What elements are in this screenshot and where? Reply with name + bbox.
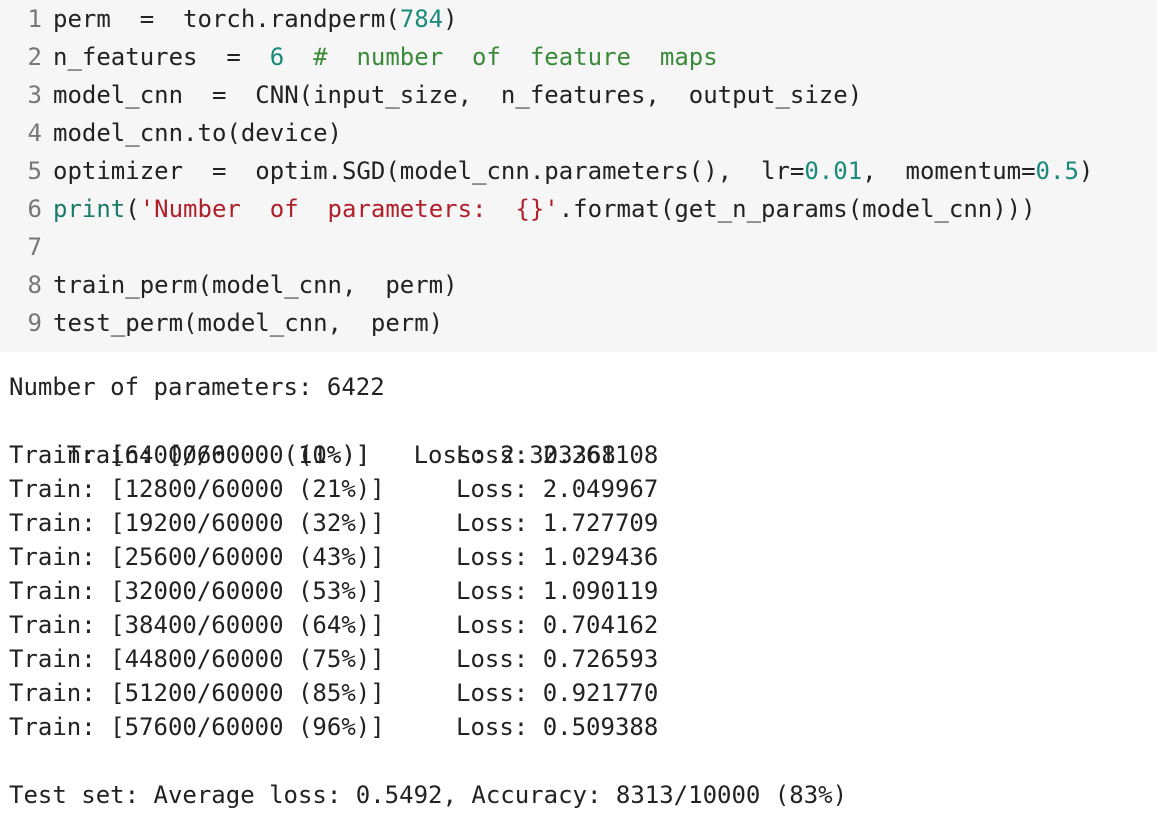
train-output-line: Train: [6400/60000 (11%)] Loss: 2.261108 (9, 438, 658, 472)
code-token: 0.01 (804, 157, 863, 185)
code-token: ) (443, 5, 458, 33)
code-cell[interactable]: 1 perm = torch.randperm(784) 2 n_features =… (0, 0, 1157, 352)
line-number: 6 (27, 195, 42, 223)
code-line[interactable]: 2 n_features = 6 # number of feature maps (0, 38, 718, 76)
code-token: 0.5 (1035, 157, 1079, 185)
code-line[interactable]: 9 test_perm(model_cnn, perm) (0, 304, 444, 342)
line-number: 4 (27, 119, 42, 147)
code-line[interactable]: 8 train_perm(model_cnn, perm) (0, 266, 458, 304)
code-token: perm = torch.randperm( (53, 5, 400, 33)
cell-output: Number of parameters: 6422 Train: [0/600… (0, 352, 1157, 820)
train-loss: Loss: 0.921770 (456, 679, 659, 707)
code-token: .format(get_n_params(model_cnn))) (558, 195, 1036, 223)
train-loss: Loss: 1.727709 (456, 509, 659, 537)
code-token: n_features = (53, 43, 270, 71)
code-token: 784 (399, 5, 444, 33)
train-output-line: Train: [51200/60000 (85%)] Loss: 0.921770 (9, 676, 658, 710)
line-number: 9 (27, 309, 42, 337)
train-loss: Loss: 2.261108 (456, 441, 659, 469)
test-output-line: Test set: Average loss: 0.5492, Accuracy… (9, 781, 848, 809)
train-output-line: Train: [12800/60000 (21%)] Loss: 2.049967 (9, 472, 658, 506)
train-progress: Train: [12800/60000 (21%)] (9, 475, 385, 503)
train-progress: Train: [38400/60000 (64%)] (9, 611, 385, 639)
train-progress: Train: [44800/60000 (75%)] (9, 645, 385, 673)
train-loss: Loss: 1.090119 (456, 577, 659, 605)
train-progress: Train: [25600/60000 (43%)] (9, 543, 385, 571)
code-line[interactable]: 7 (0, 228, 53, 266)
code-token: , momentum= (862, 157, 1036, 185)
train-output-line-first: Train: [0/60000 (0%)] Loss: 2.303368 (9, 404, 616, 469)
code-line[interactable]: 3 model_cnn = CNN(input_size, n_features,… (0, 76, 863, 114)
train-progress: Train: [19200/60000 (32%)] (9, 509, 385, 537)
code-token: 'Number of parameters: {}' (139, 195, 559, 223)
code-line[interactable]: 1 perm = torch.randperm(784) (0, 0, 458, 38)
train-progress: Train: [32000/60000 (53%)] (9, 577, 385, 605)
train-output-line: Train: [38400/60000 (64%)] Loss: 0.704162 (9, 608, 658, 642)
code-token: model_cnn.to(device) (53, 119, 342, 147)
line-number: 5 (27, 157, 42, 185)
train-output-line: Train: [32000/60000 (53%)] Loss: 1.090119 (9, 574, 658, 608)
code-token: ( (125, 195, 140, 223)
train-output-line: Train: [25600/60000 (43%)] Loss: 1.029436 (9, 540, 658, 574)
code-token: # number of feature maps (313, 43, 718, 71)
code-token: train_perm(model_cnn, perm) (53, 271, 458, 299)
code-line[interactable]: 6 print('Number of parameters: {}'.format… (0, 190, 1036, 228)
code-token: test_perm(model_cnn, perm) (53, 309, 444, 337)
train-progress: Train: [51200/60000 (85%)] (9, 679, 385, 707)
code-token: 6 (269, 43, 285, 71)
code-line[interactable]: 5 optimizer = optim.SGD(model_cnn.paramet… (0, 152, 1094, 190)
train-progress: Train: [57600/60000 (96%)] (9, 713, 385, 741)
train-loss: Loss: 1.029436 (456, 543, 659, 571)
line-number: 8 (27, 271, 42, 299)
train-loss: Loss: 2.049967 (456, 475, 659, 503)
line-number: 2 (27, 43, 42, 71)
params-output-line: Number of parameters: 6422 (9, 373, 385, 401)
line-number: 1 (27, 5, 42, 33)
train-output-line: Train: [19200/60000 (32%)] Loss: 1.727709 (9, 506, 658, 540)
train-loss: Loss: 0.704162 (456, 611, 659, 639)
train-output-line: Train: [57600/60000 (96%)] Loss: 0.509388 (9, 710, 658, 744)
code-token: model_cnn = CNN(input_size, n_features, … (53, 81, 863, 109)
line-number: 3 (27, 81, 42, 109)
code-token: ) (1078, 157, 1094, 185)
line-number: 7 (27, 233, 42, 261)
code-token: optimizer = optim.SGD(model_cnn.paramete… (53, 157, 805, 185)
train-progress: Train: [6400/60000 (11%)] (9, 441, 371, 469)
code-line[interactable]: 4 model_cnn.to(device) (0, 114, 342, 152)
train-output-line: Train: [44800/60000 (75%)] Loss: 0.726593 (9, 642, 658, 676)
train-loss: Loss: 0.726593 (456, 645, 659, 673)
code-token: print (53, 195, 126, 223)
train-loss: Loss: 0.509388 (456, 713, 659, 741)
